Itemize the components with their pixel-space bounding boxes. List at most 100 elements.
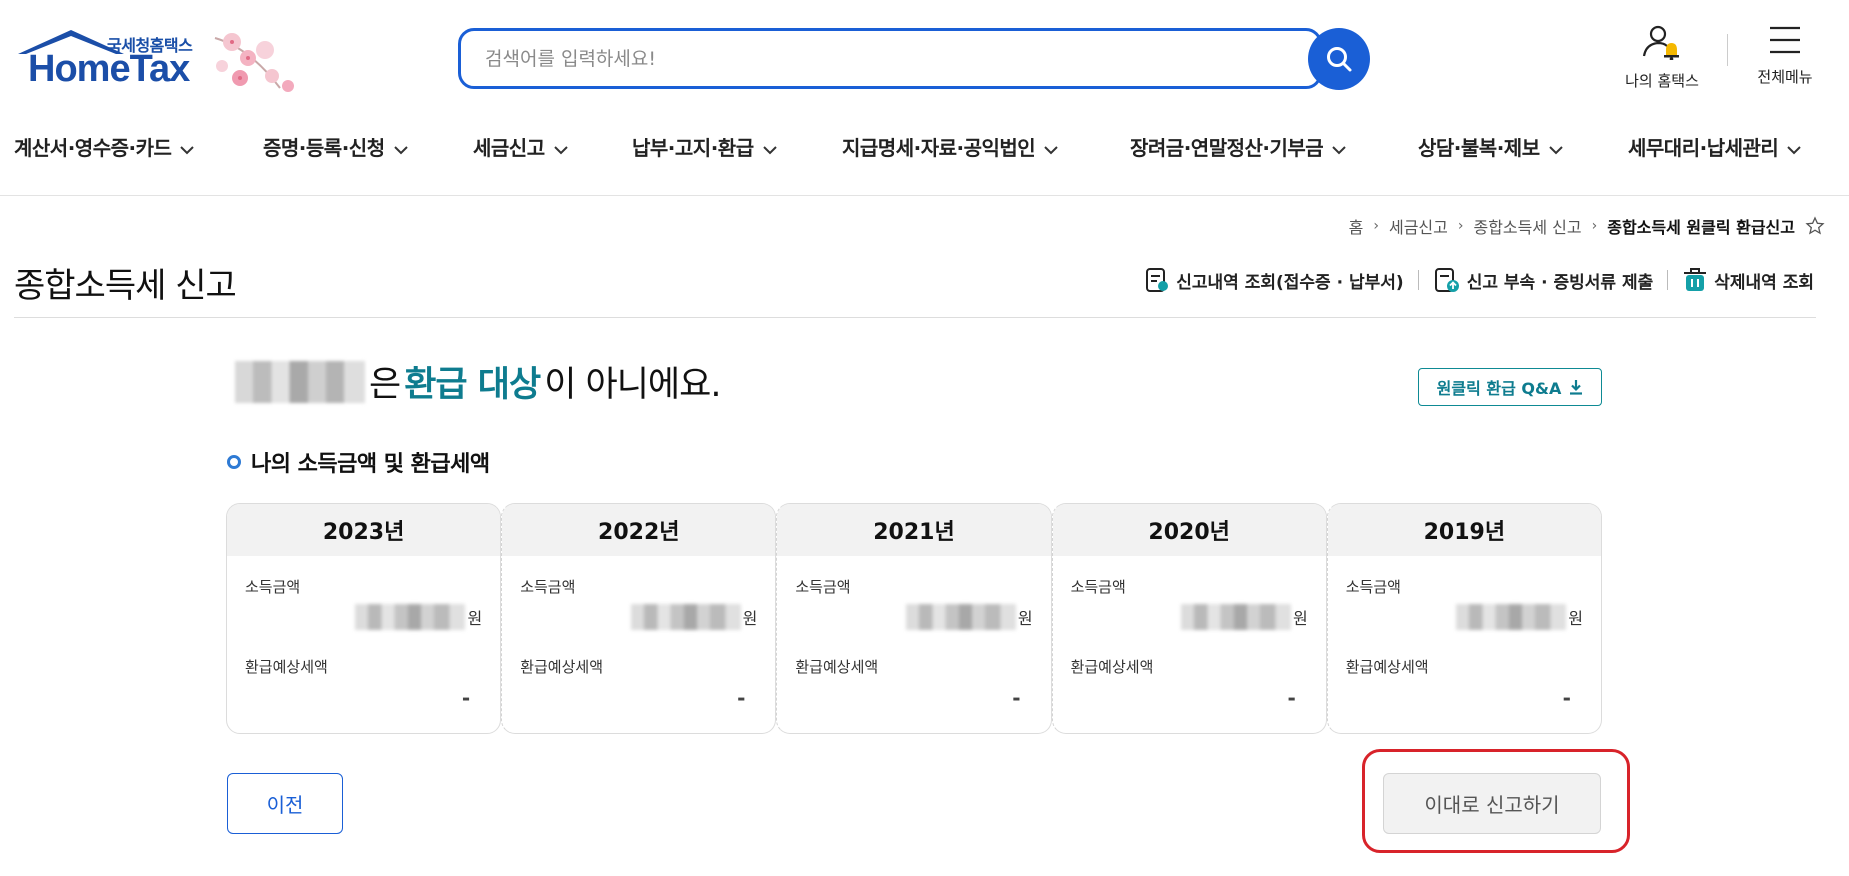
page-title: 종합소득세 신고 [14, 266, 237, 306]
year-card: 2022년 소득금액 원 환급예상세액 - [501, 503, 777, 734]
year-card: 2021년 소득금액 원 환급예상세액 - [776, 503, 1052, 734]
hometax-logo[interactable]: 국세청홈택스 HomeTax [14, 28, 314, 96]
nav-item-agent[interactable]: 세무대리·납세관리 [1628, 132, 1802, 161]
breadcrumb-home[interactable]: 홈 [1349, 214, 1364, 238]
refund-label: 환급예상세액 [1070, 658, 1154, 676]
nav-item-label: 상담·불복·제보 [1418, 136, 1540, 160]
refund-amount: - [737, 686, 746, 710]
nav-item-label: 지급명세·자료·공익법인 [842, 136, 1036, 160]
income-label: 소득금액 [795, 578, 851, 596]
breadcrumb-separator: › [1457, 218, 1464, 234]
search-input[interactable] [485, 31, 1265, 86]
income-amount: 원 [1456, 604, 1583, 630]
breadcrumb-tax-report[interactable]: 세금신고 [1389, 214, 1448, 238]
year-card-header: 2020년 [1052, 504, 1326, 556]
result-headline: 은 환급 대상 이 아니에요. [235, 356, 721, 407]
currency-unit: 원 [467, 609, 483, 628]
hamburger-menu-icon [1770, 26, 1800, 54]
utility-links: 신고내역 조회(접수증 · 납부서) 신고 부속 · 증빙서류 제출 삭제내역 … [1144, 266, 1814, 294]
income-amount: 원 [630, 604, 758, 630]
refund-amount: - [1012, 686, 1021, 710]
income-label: 소득금액 [245, 578, 301, 596]
income-amount: 원 [1181, 604, 1308, 630]
bullet-circle-icon [227, 455, 241, 469]
submit-report-button[interactable]: 이대로 신고하기 [1383, 773, 1601, 834]
income-amount: 원 [905, 604, 1033, 630]
main-nav: 계산서·영수증·카드 증명·등록·신청 세금신고 납부·고지·환급 지급명세·자… [0, 124, 1849, 196]
year-card-header: 2022년 [502, 504, 776, 556]
nav-item-certificate[interactable]: 증명·등록·신청 [263, 132, 409, 161]
nav-item-label: 세금신고 [473, 136, 545, 160]
document-search-icon [1146, 268, 1169, 292]
all-menu-button[interactable]: 전체메뉴 [1745, 24, 1825, 87]
attachment-submit-link[interactable]: 신고 부속 · 증빙서류 제출 [1433, 266, 1653, 294]
breadcrumb-separator: › [1373, 218, 1379, 234]
refund-amount: - [1287, 686, 1296, 710]
redacted-amount [1456, 604, 1567, 630]
section-title: 나의 소득금액 및 환급세액 [227, 446, 490, 478]
nav-item-tax-report[interactable]: 세금신고 [473, 132, 569, 161]
search-box [458, 28, 1322, 89]
redacted-amount [905, 604, 1016, 630]
chevron-down-icon [180, 145, 195, 154]
trash-icon [1684, 268, 1707, 291]
search-icon [1327, 47, 1352, 72]
my-hometax-button[interactable]: 나의 홈택스 [1614, 24, 1710, 91]
currency-unit: 원 [1568, 609, 1583, 628]
chevron-down-icon [1332, 145, 1346, 154]
nav-item-payment[interactable]: 납부·고지·환급 [632, 132, 778, 161]
income-amount: 원 [355, 604, 482, 630]
deleted-history-label: 삭제내역 조회 [1714, 272, 1814, 293]
year-card-header: 2019년 [1327, 504, 1601, 556]
breadcrumb-income-tax[interactable]: 종합소득세 신고 [1473, 214, 1581, 238]
all-menu-label: 전체메뉴 [1757, 68, 1813, 86]
section-title-text: 나의 소득금액 및 환급세액 [251, 452, 490, 477]
year-card-header: 2023년 [227, 504, 501, 556]
year-card: 2020년 소득금액 원 환급예상세액 - [1051, 503, 1327, 734]
report-history-link[interactable]: 신고내역 조회(접수증 · 납부서) [1144, 266, 1404, 294]
redacted-amount [355, 604, 466, 630]
cherry-blossom-icon [214, 33, 294, 92]
refund-amount: - [461, 686, 471, 710]
chevron-down-icon [393, 145, 408, 154]
chevron-down-icon [1548, 145, 1563, 154]
search-button[interactable] [1308, 28, 1370, 90]
logo-main-text: HomeTax [28, 48, 190, 90]
nav-item-consult[interactable]: 상담·불복·제보 [1418, 132, 1564, 161]
redacted-user-name [235, 360, 365, 403]
breadcrumb: 홈 › 세금신고 › 종합소득세 신고 › 종합소득세 원클릭 환급신고 [1349, 214, 1825, 238]
headline-suffix-2: 이 아니에요. [544, 365, 721, 405]
refund-amount: - [1562, 686, 1571, 710]
refund-label: 환급예상세액 [520, 658, 603, 676]
year-card: 2023년 소득금액 원 환급예상세액 - [226, 503, 502, 734]
nav-item-statement[interactable]: 지급명세·자료·공익법인 [842, 132, 1059, 161]
divider [1417, 270, 1419, 290]
qa-button-label: 원클릭 환급 Q&A [1436, 379, 1562, 398]
nav-item-incentive[interactable]: 장려금·연말정산·기부금 [1130, 132, 1347, 161]
my-hometax-label: 나의 홈택스 [1625, 72, 1699, 90]
currency-unit: 원 [742, 609, 758, 628]
redacted-amount [1181, 604, 1292, 630]
nav-item-label: 계산서·영수증·카드 [14, 136, 172, 160]
nav-item-label: 납부·고지·환급 [632, 136, 754, 160]
report-history-label: 신고내역 조회(접수증 · 납부서) [1176, 272, 1404, 293]
header-divider [1727, 34, 1728, 66]
nav-item-invoice[interactable]: 계산서·영수증·카드 [14, 132, 195, 161]
year-card: 2019년 소득금액 원 환급예상세액 - [1326, 503, 1602, 734]
currency-unit: 원 [1017, 609, 1033, 628]
user-bell-icon [1642, 25, 1679, 61]
nav-item-label: 세무대리·납세관리 [1628, 136, 1779, 160]
deleted-history-link[interactable]: 삭제내역 조회 [1682, 266, 1814, 294]
refund-label: 환급예상세액 [1345, 658, 1429, 676]
headline-suffix-1: 은 [369, 365, 401, 405]
chevron-down-icon [1787, 145, 1802, 154]
refund-qa-download-button[interactable]: 원클릭 환급 Q&A [1418, 368, 1602, 406]
prev-button[interactable]: 이전 [227, 773, 343, 834]
income-label: 소득금액 [1070, 578, 1126, 596]
breadcrumb-separator: › [1591, 218, 1598, 234]
breadcrumb-current: 종합소득세 원클릭 환급신고 [1607, 218, 1795, 237]
nav-item-label: 증명·등록·신청 [263, 136, 385, 160]
income-refund-cards: 2023년 소득금액 원 환급예상세액 - 2022년 소득금액 원 환급예상세… [226, 503, 1602, 734]
document-upload-icon [1434, 268, 1459, 292]
star-favorite-icon[interactable] [1805, 216, 1825, 236]
